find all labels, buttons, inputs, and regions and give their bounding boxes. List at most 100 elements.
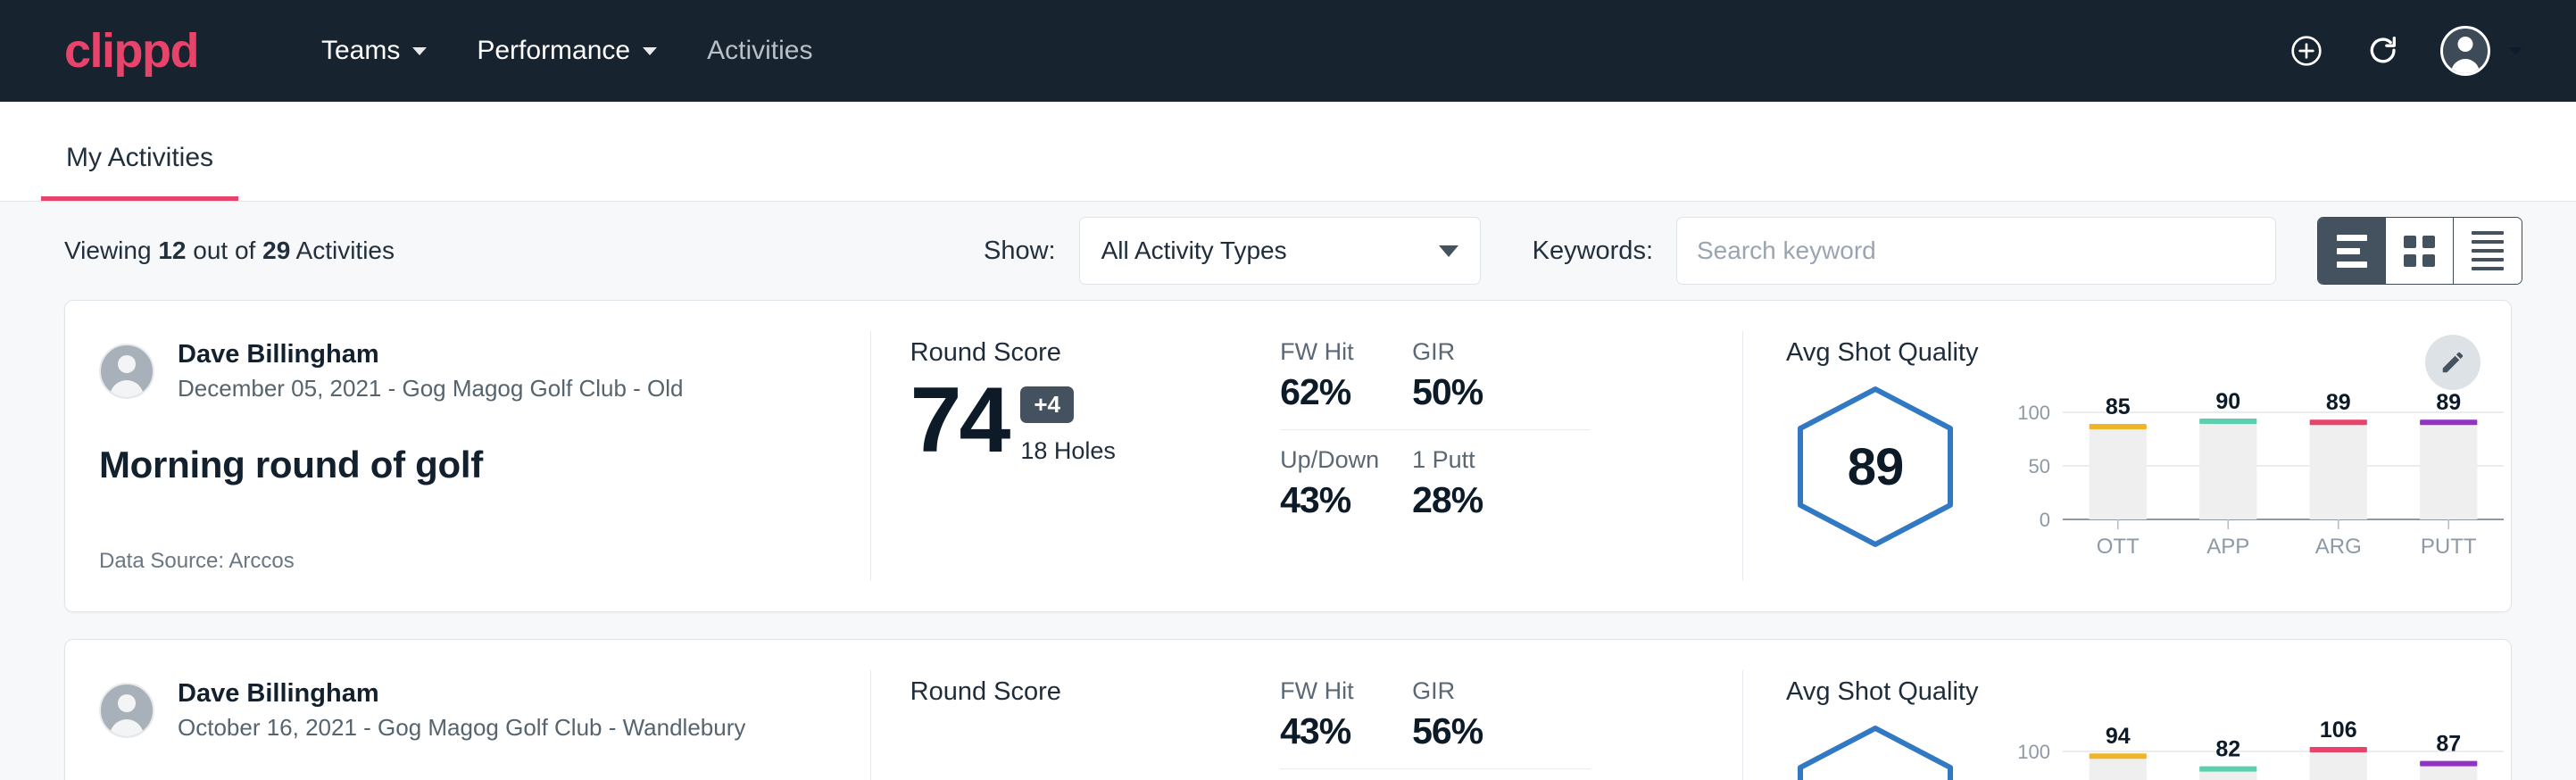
nav-item-label: Teams (321, 36, 400, 66)
svg-text:89: 89 (2326, 390, 2351, 415)
activity-meta: October 16, 2021 - Gog Magog Golf Club -… (178, 713, 745, 743)
round-score-label: Round Score (910, 338, 1244, 368)
avatar (99, 683, 154, 738)
primary-nav: Teams Performance Activities (296, 27, 837, 75)
stat-value: 50% (1412, 371, 1555, 413)
svg-text:89: 89 (2436, 390, 2461, 415)
stat-up-down: Up/Down 43% (1280, 446, 1412, 521)
author-name: Dave Billingham (178, 677, 745, 709)
svg-text:50: 50 (2029, 455, 2050, 477)
activity-meta: December 05, 2021 - Gog Magog Golf Club … (178, 374, 684, 404)
nav-item-performance[interactable]: Performance (452, 27, 682, 75)
nav-item-label: Activities (707, 36, 812, 66)
shot-quality-bar-chart: 0 50 100 85 OTT 90 APP 89 ARG 89 PUTT (2011, 382, 2511, 560)
svg-text:90: 90 (2215, 389, 2240, 414)
svg-text:87: 87 (2436, 732, 2461, 757)
round-score-block: Round Score 74 +4 18 Holes (871, 301, 1244, 611)
activity-card[interactable]: Dave Billingham December 05, 2021 - Gog … (64, 300, 2512, 612)
svg-text:OTT: OTT (2097, 535, 2140, 559)
svg-text:PUTT: PUTT (2421, 535, 2477, 559)
viewing-summary: Viewing 12 out of 29 Activities (64, 236, 395, 265)
viewing-prefix: Viewing (64, 236, 152, 264)
svg-text:100: 100 (2017, 741, 2050, 763)
grid-view-button[interactable] (2386, 218, 2454, 284)
avg-shot-quality-label: Avg Shot Quality (1786, 677, 2511, 707)
viewing-total: 29 (262, 236, 290, 264)
search-input[interactable] (1697, 236, 2256, 265)
refresh-icon[interactable] (2364, 31, 2403, 71)
stat-label: FW Hit (1280, 677, 1376, 705)
viewing-suffix: Activities (296, 236, 395, 264)
stat-value: 28% (1412, 479, 1555, 521)
search-field[interactable] (1676, 217, 2276, 285)
nav-item-activities[interactable]: Activities (682, 27, 837, 75)
activity-title: Morning round of golf (99, 444, 840, 486)
filter-toolbar: Viewing 12 out of 29 Activities Show: Al… (0, 202, 2576, 300)
activity-type-select[interactable]: All Activity Types (1079, 217, 1481, 285)
tab-label: My Activities (66, 143, 213, 172)
tab-bar: My Activities (0, 102, 2576, 202)
avatar (99, 344, 154, 399)
stat-label: Up/Down (1280, 446, 1376, 474)
stat-value: 56% (1412, 710, 1555, 752)
stat-label: GIR (1412, 338, 1555, 366)
avg-shot-quality-block: Avg Shot Quality 89 0 50 100 85 OTT 90 APP 89 AR… (1743, 301, 2511, 611)
nav-item-label: Performance (477, 36, 630, 66)
compact-view-button[interactable] (2454, 218, 2522, 284)
chevron-down-icon (1439, 245, 1458, 257)
shot-quality-hexagon: 89 (1786, 382, 1965, 552)
nav-item-teams[interactable]: Teams (296, 27, 452, 75)
viewing-count: 12 (158, 236, 186, 264)
tab-my-activities[interactable]: My Activities (41, 143, 238, 201)
svg-text:82: 82 (2215, 737, 2240, 762)
avg-shot-quality-label: Avg Shot Quality (1786, 338, 2511, 368)
activity-data-source: Data Source: Arccos (99, 549, 295, 574)
round-score-block: Round Score (871, 640, 1244, 780)
stat-label: 1 Putt (1412, 446, 1555, 474)
stat-gir: GIR 56% (1412, 677, 1591, 769)
stat-label: FW Hit (1280, 338, 1376, 366)
shot-quality-bar-chart: 05010094OTT82APP106ARG87PUTT (2011, 721, 2511, 780)
activity-identity: Dave Billingham October 16, 2021 - Gog M… (65, 640, 870, 780)
avatar (2440, 26, 2490, 76)
svg-text:94: 94 (2106, 724, 2131, 749)
round-score-value: 74 (910, 377, 1009, 465)
account-menu[interactable] (2440, 26, 2522, 76)
author-name: Dave Billingham (178, 338, 684, 370)
add-circle-icon[interactable] (2287, 31, 2326, 71)
activity-author: Dave Billingham December 05, 2021 - Gog … (99, 338, 840, 404)
stat-fw-hit: FW Hit 62% (1280, 338, 1412, 430)
svg-text:ARG: ARG (2315, 535, 2362, 559)
stat-value: 62% (1280, 371, 1376, 413)
activity-card[interactable]: Dave Billingham October 16, 2021 - Gog M… (64, 639, 2512, 780)
stat-value: 43% (1280, 710, 1376, 752)
stat-gir: GIR 50% (1412, 338, 1591, 430)
round-score-label: Round Score (910, 677, 1244, 707)
stat-1-putt: 1 Putt 28% (1412, 446, 1591, 521)
svg-text:0: 0 (2040, 509, 2050, 531)
activity-list: Dave Billingham December 05, 2021 - Gog … (0, 300, 2576, 780)
viewing-middle: out of (193, 236, 255, 264)
shot-quality-value: 89 (1786, 382, 1965, 552)
chevron-down-icon (2508, 47, 2522, 55)
stat-label: GIR (1412, 677, 1555, 705)
clippd-logo[interactable]: clippd (64, 27, 198, 75)
shot-quality-hexagon (1786, 721, 1965, 780)
activity-type-value: All Activity Types (1101, 236, 1287, 265)
chevron-down-icon (643, 47, 657, 55)
top-bar-actions (2287, 26, 2522, 76)
svg-text:100: 100 (2017, 402, 2050, 424)
view-mode-toggle (2317, 217, 2522, 285)
keywords-label: Keywords: (1533, 236, 1653, 266)
activity-stats: FW Hit 43% GIR 56% (1244, 640, 1742, 780)
activity-identity: Dave Billingham December 05, 2021 - Gog … (65, 301, 870, 611)
edit-activity-button[interactable] (2425, 335, 2480, 390)
stat-fw-hit: FW Hit 43% (1280, 677, 1412, 769)
show-label: Show: (984, 236, 1056, 266)
svg-text:APP: APP (2206, 535, 2249, 559)
svg-text:106: 106 (2320, 721, 2357, 743)
svg-text:85: 85 (2106, 394, 2131, 419)
holes-played: 18 Holes (1020, 437, 1116, 465)
list-view-button[interactable] (2318, 218, 2386, 284)
activity-author: Dave Billingham October 16, 2021 - Gog M… (99, 677, 840, 743)
